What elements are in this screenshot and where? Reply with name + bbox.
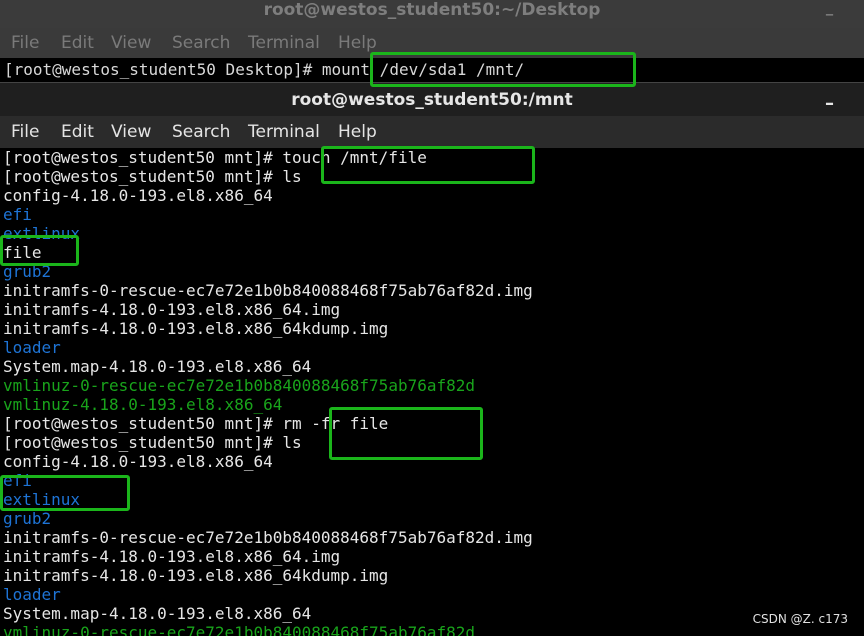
highlight-after-removal xyxy=(0,475,130,511)
terminal-line: initramfs-4.18.0-193.el8.x86_64.img xyxy=(3,300,341,319)
terminal-line: loader xyxy=(3,585,61,604)
front-menu-terminal[interactable]: Terminal xyxy=(248,122,338,142)
terminal-line: grub2 xyxy=(3,262,52,281)
highlight-file-entry xyxy=(0,235,79,266)
terminal-line: initramfs-4.18.0-193.el8.x86_64kdump.img xyxy=(3,566,389,585)
back-menu-file[interactable]: File xyxy=(11,33,61,53)
front-minimize-button[interactable]: – xyxy=(825,93,834,114)
highlight-touch-ls xyxy=(321,146,535,184)
back-menu-search[interactable]: Search xyxy=(172,33,248,53)
terminal-line: vmlinuz-0-rescue-ec7e72e1b0b840088468f75… xyxy=(3,376,476,395)
front-window-menubar: File Edit View Search Terminal Help xyxy=(0,116,864,148)
terminal-line: grub2 xyxy=(3,509,52,528)
terminal-line: config-4.18.0-193.el8.x86_64 xyxy=(3,186,273,205)
highlight-mount-command xyxy=(370,52,636,87)
back-menu-help[interactable]: Help xyxy=(338,33,377,53)
terminal-line: initramfs-0-rescue-ec7e72e1b0b840088468f… xyxy=(3,528,533,547)
terminal-line: initramfs-4.18.0-193.el8.x86_64kdump.img xyxy=(3,319,389,338)
back-menu-terminal[interactable]: Terminal xyxy=(248,33,338,53)
front-menu-edit[interactable]: Edit xyxy=(61,122,111,142)
front-window-titlebar[interactable]: root@westos_student50:/mnt – xyxy=(0,82,864,116)
terminal-output: [root@westos_student50 mnt]# touch /mnt/… xyxy=(3,148,533,636)
front-window-title: root@westos_student50:/mnt xyxy=(291,90,573,110)
terminal-line: System.map-4.18.0-193.el8.x86_64 xyxy=(3,604,312,623)
highlight-rm-ls xyxy=(329,407,483,460)
back-window-titlebar[interactable]: root@westos_student50:~/Desktop – xyxy=(0,0,864,28)
front-menu-search[interactable]: Search xyxy=(172,122,248,142)
terminal-line: initramfs-4.18.0-193.el8.x86_64.img xyxy=(3,547,341,566)
terminal-line: extlinux xyxy=(3,224,81,243)
back-minimize-button[interactable]: – xyxy=(825,4,834,25)
terminal-line: loader xyxy=(3,338,61,357)
terminal-line: efi xyxy=(3,205,32,224)
watermark: CSDN @Z. c173 xyxy=(752,612,848,626)
terminal-line: vmlinuz-0-rescue-ec7e72e1b0b840088468f75… xyxy=(3,623,476,636)
terminal-line: initramfs-0-rescue-ec7e72e1b0b840088468f… xyxy=(3,281,533,300)
front-terminal-area[interactable]: [root@westos_student50 mnt]# touch /mnt/… xyxy=(0,148,864,636)
terminal-line: file xyxy=(3,243,42,262)
back-window-title: root@westos_student50:~/Desktop xyxy=(263,0,601,20)
back-menu-view[interactable]: View xyxy=(111,33,172,53)
terminal-line: System.map-4.18.0-193.el8.x86_64 xyxy=(3,357,312,376)
front-menu-file[interactable]: File xyxy=(11,122,61,142)
front-menu-help[interactable]: Help xyxy=(338,122,377,142)
back-menu-edit[interactable]: Edit xyxy=(61,33,111,53)
front-menu-view[interactable]: View xyxy=(111,122,172,142)
